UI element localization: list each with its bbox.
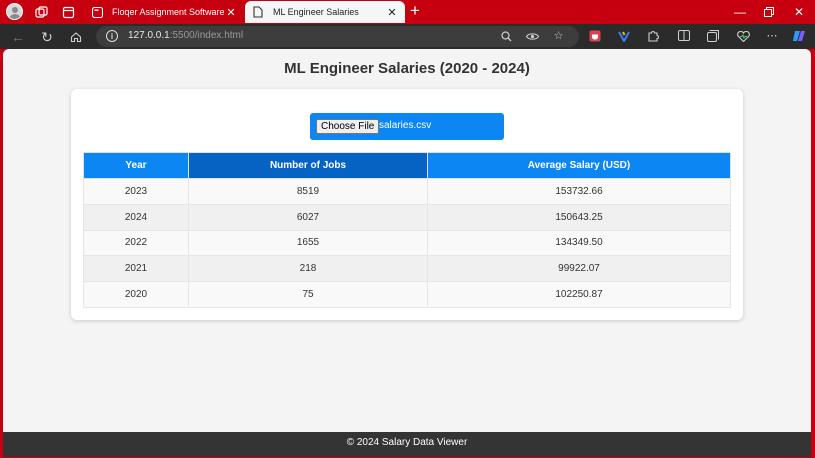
tab-actions-icon[interactable] xyxy=(59,3,77,21)
table-row: 2021 218 99922.07 xyxy=(83,255,731,283)
jobs-cell: 8519 xyxy=(188,178,428,205)
choose-file-button[interactable]: Choose File xyxy=(316,119,380,134)
extensions-puzzle-icon[interactable] xyxy=(645,28,661,44)
restore-icon[interactable] xyxy=(760,3,778,21)
jobs-cell: 6027 xyxy=(188,203,428,231)
minimize-icon[interactable]: — xyxy=(731,3,749,21)
salary-cell: 153732.66 xyxy=(427,178,731,205)
year-cell: 2024 xyxy=(83,203,189,231)
extension-shield-icon[interactable] xyxy=(587,28,603,44)
url-text: 127.0.0.1:5500/index.html xyxy=(128,30,244,41)
close-tab-icon[interactable]: ✕ xyxy=(385,6,399,19)
content-card: Choose File salaries.csv Year Number of … xyxy=(71,89,743,320)
column-header-year[interactable]: Year xyxy=(83,152,189,179)
file-input-container[interactable]: Choose File salaries.csv xyxy=(310,113,504,140)
year-cell: 2021 xyxy=(83,255,189,283)
browser-essentials-icon[interactable] xyxy=(735,28,751,44)
selected-file-name: salaries.csv xyxy=(379,120,432,131)
tab-title: Floqer Assignment Software Deve xyxy=(112,7,224,17)
collections-icon[interactable] xyxy=(705,28,721,44)
salary-cell: 134349.50 xyxy=(427,229,731,257)
salary-cell: 150643.25 xyxy=(427,203,731,231)
page-footer: © 2024 Salary Data Viewer xyxy=(3,432,811,457)
salary-table: Year Number of Jobs Average Salary (USD)… xyxy=(83,152,731,308)
new-tab-button[interactable]: + xyxy=(410,2,420,20)
close-window-icon[interactable]: ✕ xyxy=(790,3,808,21)
site-info-icon[interactable]: i xyxy=(106,30,118,42)
refresh-icon[interactable]: ↻ xyxy=(38,28,56,46)
jobs-cell: 1655 xyxy=(188,229,428,257)
copilot-icon[interactable] xyxy=(791,28,807,44)
home-icon[interactable] xyxy=(67,28,85,46)
tab-favicon-icon xyxy=(91,6,103,18)
page-viewport: ML Engineer Salaries (2020 - 2024) Choos… xyxy=(3,49,811,457)
browser-titlebar: Floqer Assignment Software Deve ✕ ML Eng… xyxy=(0,0,815,24)
year-cell: 2022 xyxy=(83,229,189,257)
table-row: 2022 1655 134349.50 xyxy=(83,229,731,257)
jobs-cell: 218 xyxy=(188,255,428,283)
table-row: 2020 75 102250.87 xyxy=(83,281,731,308)
browser-toolbar: ← ↻ i 127.0.0.1:5500/index.html ☆ ⋯ xyxy=(0,24,815,49)
eye-icon[interactable] xyxy=(525,29,540,44)
close-tab-icon[interactable]: ✕ xyxy=(224,6,238,19)
address-bar[interactable]: i 127.0.0.1:5500/index.html ☆ xyxy=(96,26,579,47)
back-icon[interactable]: ← xyxy=(9,28,27,46)
tab-title: ML Engineer Salaries xyxy=(273,7,359,17)
profile-avatar[interactable] xyxy=(6,3,23,20)
page-title: ML Engineer Salaries (2020 - 2024) xyxy=(284,60,530,77)
split-screen-icon[interactable] xyxy=(676,28,692,44)
year-cell: 2023 xyxy=(83,178,189,205)
favorite-star-icon[interactable]: ☆ xyxy=(551,29,566,44)
salary-cell: 99922.07 xyxy=(427,255,731,283)
table-header-row: Year Number of Jobs Average Salary (USD) xyxy=(83,152,731,179)
tab-floqer[interactable]: Floqer Assignment Software Deve ✕ xyxy=(84,1,244,23)
column-header-number-of-jobs[interactable]: Number of Jobs xyxy=(188,152,428,179)
more-options-icon[interactable]: ⋯ xyxy=(764,28,780,44)
column-header-average-salary[interactable]: Average Salary (USD) xyxy=(427,152,731,179)
year-cell: 2020 xyxy=(83,281,189,308)
table-row: 2023 8519 153732.66 xyxy=(83,178,731,205)
tab-ml-engineer-salaries[interactable]: ML Engineer Salaries ✕ xyxy=(245,1,405,23)
table-row: 2024 6027 150643.25 xyxy=(83,203,731,231)
page-icon xyxy=(252,6,264,18)
zoom-icon[interactable] xyxy=(499,29,514,44)
salary-cell: 102250.87 xyxy=(427,281,731,308)
workspaces-icon[interactable] xyxy=(32,3,50,21)
jobs-cell: 75 xyxy=(188,281,428,308)
extension-v-icon[interactable] xyxy=(616,28,632,44)
